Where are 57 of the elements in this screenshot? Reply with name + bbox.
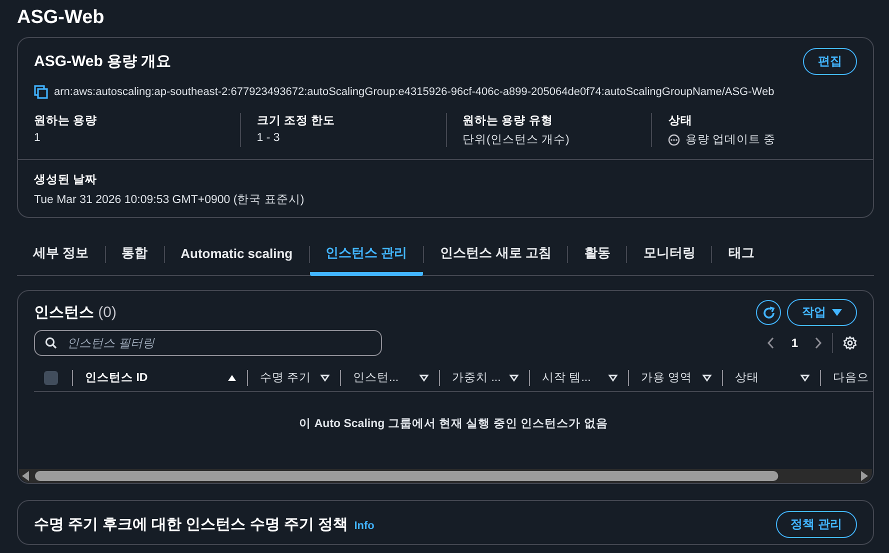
field-value: 1 xyxy=(34,132,42,144)
select-all-checkbox[interactable] xyxy=(44,370,58,384)
previous-page-icon[interactable] xyxy=(767,337,776,349)
page-number[interactable]: 1 xyxy=(785,335,804,351)
actions-button[interactable]: 작업 xyxy=(787,299,857,326)
horizontal-scrollbar[interactable] xyxy=(19,469,872,483)
column-header[interactable]: 가중치 ... xyxy=(452,370,501,385)
sort-ascending-icon[interactable] xyxy=(227,374,237,382)
search-field[interactable]: 인스턴스 필터링 xyxy=(34,330,382,356)
field-label: 생성된 날짜 xyxy=(34,173,98,187)
card-title: 수명 주기 후크에 대한 인스턴스 수명 주기 정책 xyxy=(34,515,348,534)
manage-policy-button[interactable]: 정책 관리 xyxy=(776,511,857,538)
tab[interactable]: 통합 xyxy=(106,236,164,276)
status-text: 용량 업데이트 중 xyxy=(685,133,776,147)
in-progress-icon xyxy=(668,134,680,146)
empty-message: 이 Auto Scaling 그룹에서 현재 실행 중인 인스턴스가 없음 xyxy=(298,417,609,432)
page-title: ASG-Web xyxy=(17,6,106,30)
settings-icon[interactable] xyxy=(843,336,857,350)
column-header[interactable]: 수명 주기 xyxy=(260,370,312,385)
field-value: Tue Mar 31 2026 10:09:53 GMT+0900 (한국 표준시) xyxy=(34,193,306,207)
arn-text: arn:aws:autoscaling:ap-southeast-2:677923493672:autoScalingGroup:e4315926-96cf-406c-a899-205064de0f74:autoScalingGroupName/ASG-Web xyxy=(54,86,774,98)
column-header[interactable]: 인스턴... xyxy=(353,370,399,385)
sort-icon[interactable] xyxy=(608,374,618,382)
search-icon xyxy=(45,337,57,349)
field-label: 상태 xyxy=(668,114,694,128)
field-value: 1 - 3 xyxy=(256,132,281,144)
edit-button[interactable]: 편집 xyxy=(803,48,857,75)
sort-icon[interactable] xyxy=(320,374,330,382)
field-label: 원하는 용량 xyxy=(34,114,98,128)
field-label: 원하는 용량 유형 xyxy=(462,114,554,128)
sort-icon[interactable] xyxy=(509,374,519,382)
column-header[interactable]: 상태 xyxy=(735,370,759,385)
sort-icon[interactable] xyxy=(800,374,810,382)
search-input[interactable]: 인스턴스 필터링 xyxy=(65,335,371,351)
column-header[interactable]: 시작 템... xyxy=(542,370,591,385)
tab[interactable]: Automatic scaling xyxy=(164,236,309,276)
column-header[interactable]: 다음으 xyxy=(833,370,869,385)
field-label: 크기 조정 한도 xyxy=(256,114,336,128)
column-header[interactable]: 가용 영역 xyxy=(641,370,692,385)
sort-icon[interactable] xyxy=(419,374,429,382)
sort-icon[interactable] xyxy=(702,374,712,382)
tab[interactable]: 세부 정보 xyxy=(17,236,105,276)
tab[interactable]: 모니터링 xyxy=(627,236,712,276)
refresh-icon xyxy=(762,306,776,320)
refresh-button[interactable] xyxy=(756,300,781,325)
card-title: 인스턴스 (0) xyxy=(34,303,117,322)
tab[interactable]: 인스턴스 관리 xyxy=(310,236,424,276)
column-header[interactable]: 인스턴스 ID xyxy=(85,370,148,385)
tab[interactable]: 태그 xyxy=(712,236,770,276)
tab[interactable]: 활동 xyxy=(568,236,626,276)
field-value: 단위(인스턴스 개수) xyxy=(462,133,570,147)
tab[interactable]: 인스턴스 새로 고침 xyxy=(424,236,568,276)
card-title: ASG-Web 용량 개요 xyxy=(34,52,172,71)
info-link[interactable]: Info xyxy=(354,520,374,532)
next-page-icon[interactable] xyxy=(814,337,822,349)
caret-down-icon xyxy=(832,308,842,316)
copy-icon[interactable] xyxy=(34,85,48,99)
